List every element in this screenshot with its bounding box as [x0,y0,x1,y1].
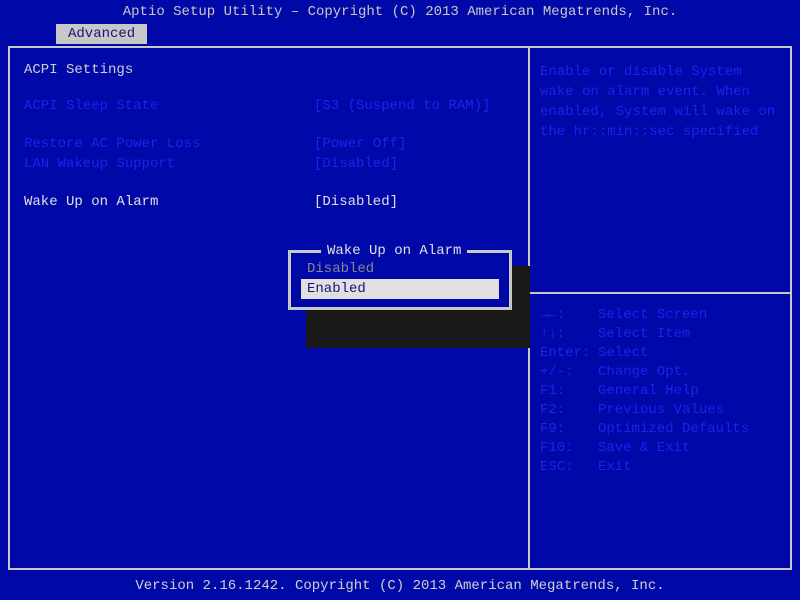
section-title: ACPI Settings [24,62,510,78]
setting-value: [Power Off] [314,136,510,152]
key-line: ESC:Exit [540,458,749,477]
setting-row-selected[interactable]: Wake Up on Alarm [Disabled] [24,194,510,210]
setting-value: [Disabled] [314,156,510,172]
key-line: Enter:Select [540,344,749,363]
key-line: F1:General Help [540,382,749,401]
option-popup: Wake Up on Alarm Disabled Enabled [288,250,512,310]
setting-label: ACPI Sleep State [24,98,314,114]
help-pane: Enable or disable System wake on alarm e… [528,48,790,568]
setting-label: Wake Up on Alarm [24,194,314,210]
setting-label: LAN Wakeup Support [24,156,314,172]
popup-option[interactable]: Disabled [301,259,499,279]
key-help: →←:Select Screen ↑↓:Select Item Enter:Se… [540,306,749,477]
popup-option-selected[interactable]: Enabled [301,279,499,299]
setting-label: Restore AC Power Loss [24,136,314,152]
tab-advanced[interactable]: Advanced [56,24,147,44]
key-line: F10:Save & Exit [540,439,749,458]
popup-title: Wake Up on Alarm [321,243,467,259]
key-line: F9:Optimized Defaults [540,420,749,439]
key-line: F2:Previous Values [540,401,749,420]
key-line: →←:Select Screen [540,306,749,325]
divider [530,292,790,294]
setting-row[interactable]: Restore AC Power Loss [Power Off] [24,136,510,152]
tab-bar: Advanced [0,24,800,46]
footer-text: Version 2.16.1242. Copyright (C) 2013 Am… [0,578,800,594]
setting-row[interactable]: ACPI Sleep State [S3 (Suspend to RAM)] [24,98,510,114]
help-text: Enable or disable System wake on alarm e… [540,62,780,142]
setting-value: [S3 (Suspend to RAM)] [314,98,510,114]
key-line: +/-:Change Opt. [540,363,749,382]
header-title: Aptio Setup Utility – Copyright (C) 2013… [0,0,800,24]
setting-value: [Disabled] [314,194,510,210]
setting-row[interactable]: LAN Wakeup Support [Disabled] [24,156,510,172]
key-line: ↑↓:Select Item [540,325,749,344]
